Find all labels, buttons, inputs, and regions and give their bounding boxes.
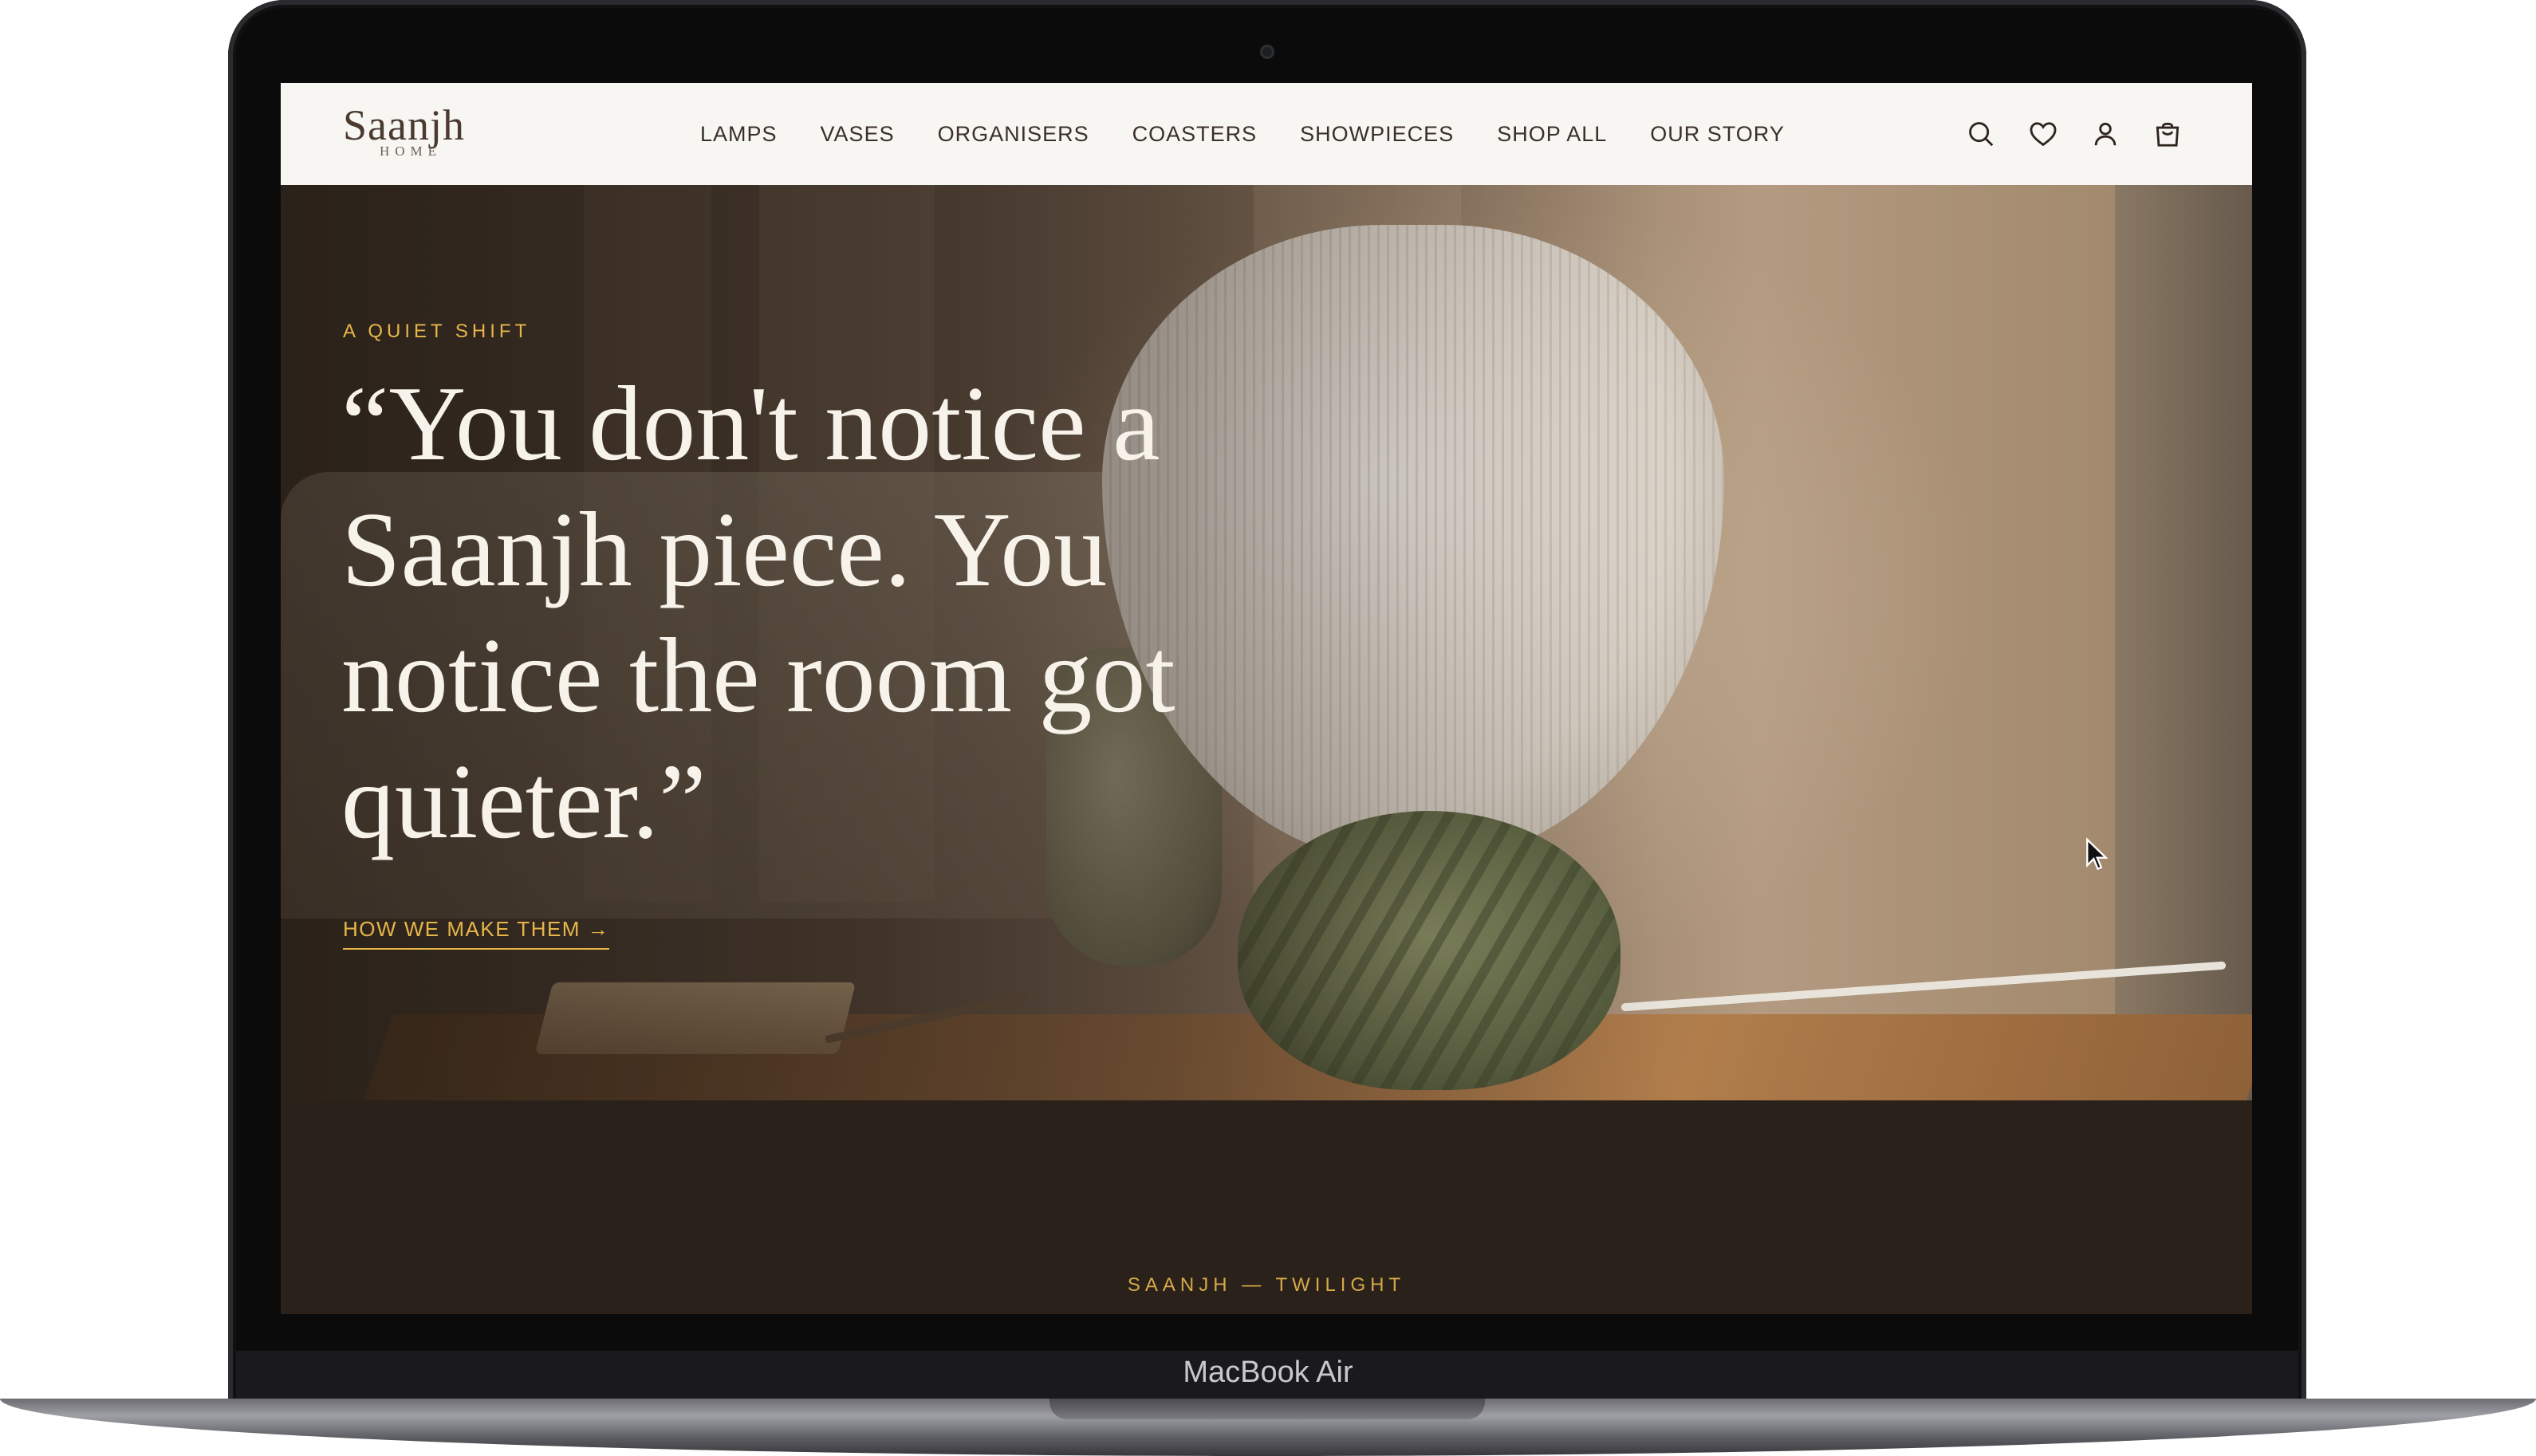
hero-headline: “You don't notice a Saanjh piece. You no… (341, 364, 1175, 860)
camera-icon (1260, 45, 1274, 59)
search-icon[interactable] (1965, 118, 1997, 150)
cart-icon[interactable] (2152, 118, 2184, 150)
site-navbar: Saanjh HOME LAMPS VASES ORGANISERS COAST… (281, 83, 2252, 185)
nav-link-vases[interactable]: VASES (821, 122, 895, 147)
section-tagline: SAANJH — TWILIGHT (1127, 1274, 1406, 1296)
laptop-model-label: MacBook Air (1183, 1356, 1353, 1389)
main-nav: LAMPS VASES ORGANISERS COASTERS SHOWPIEC… (700, 83, 1785, 185)
nav-link-showpieces[interactable]: SHOWPIECES (1300, 122, 1454, 147)
nav-link-coasters[interactable]: COASTERS (1132, 122, 1258, 147)
mouse-cursor-icon (2086, 837, 2109, 871)
nav-link-organisers[interactable]: ORGANISERS (938, 122, 1089, 147)
nav-link-our-story[interactable]: OUR STORY (1650, 122, 1785, 147)
hero-eyebrow: A QUIET SHIFT (343, 321, 531, 342)
nav-link-lamps[interactable]: LAMPS (700, 122, 778, 147)
heart-icon[interactable] (2027, 118, 2059, 150)
laptop-hinge-notch (1049, 1399, 1485, 1419)
hero-section: A QUIET SHIFT “You don't notice a Saanjh… (281, 185, 2252, 1100)
brand-name: Saanjh (343, 101, 465, 149)
twilight-section: SAANJH — TWILIGHT (281, 1100, 2252, 1314)
user-icon[interactable] (2089, 118, 2121, 150)
nav-link-shop-all[interactable]: SHOP ALL (1497, 122, 1607, 147)
how-we-make-them-link[interactable]: HOW WE MAKE THEM → (343, 917, 610, 950)
browser-screen: Saanjh HOME LAMPS VASES ORGANISERS COAST… (281, 83, 2252, 1314)
nav-icon-group (1965, 83, 2184, 185)
brand-logo[interactable]: Saanjh HOME (343, 104, 478, 159)
